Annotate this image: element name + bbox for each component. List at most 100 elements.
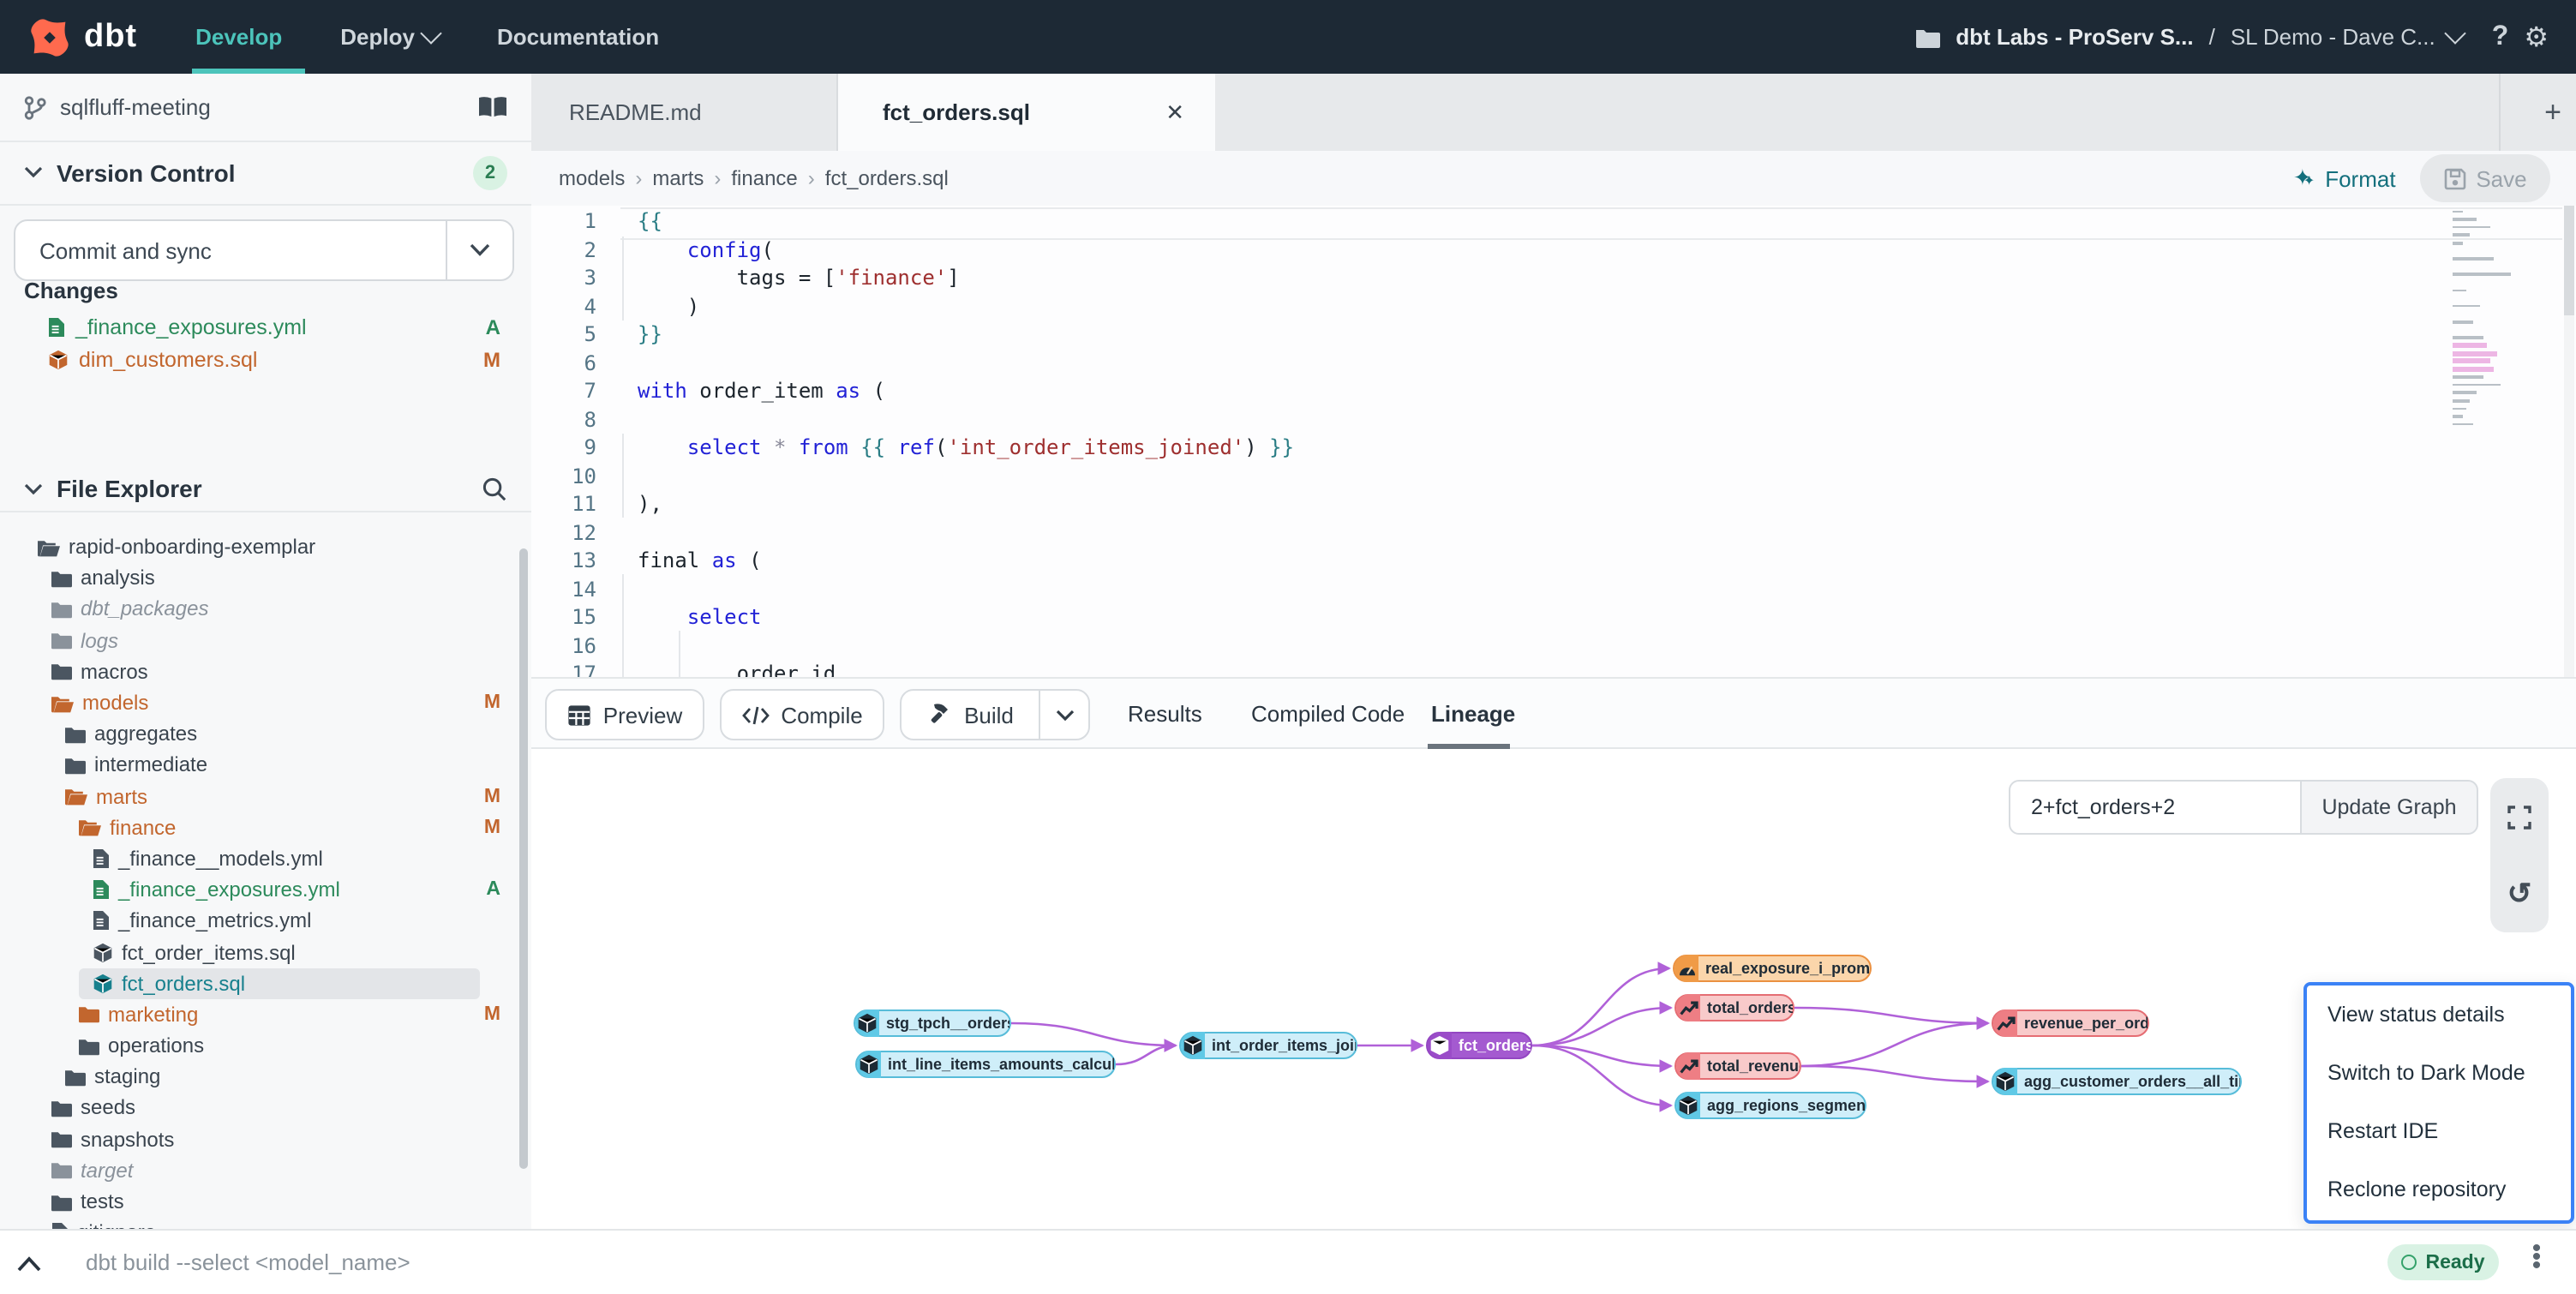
tree-item-finance[interactable]: financeM xyxy=(0,812,531,842)
context-menu-item-reclone-repository[interactable]: Reclone repository xyxy=(2307,1160,2571,1219)
breadcrumb-item[interactable]: finance xyxy=(731,166,797,190)
lineage-selector-input[interactable]: 2+fct_orders+2 xyxy=(2009,780,2302,835)
tree-item-snapshots[interactable]: snapshots xyxy=(0,1123,531,1154)
tree-item-macros[interactable]: macros xyxy=(0,656,531,687)
lineage-node-agg_customer_orders__all_time[interactable]: agg_customer_orders__all_time xyxy=(1992,1068,2242,1095)
version-control-header[interactable]: Version Control 2 xyxy=(0,141,531,204)
code-line[interactable]: 6 xyxy=(531,349,2576,377)
commit-options-dropdown[interactable] xyxy=(446,221,512,279)
code-line[interactable]: 16 xyxy=(531,632,2576,660)
context-menu-item-restart-ide[interactable]: Restart IDE xyxy=(2307,1102,2571,1160)
tree-item-gitignore[interactable]: gitignore xyxy=(0,1217,531,1229)
tab-compiled-code[interactable]: Compiled Code xyxy=(1251,679,1405,749)
code-line[interactable]: 8 xyxy=(531,405,2576,434)
code-line[interactable]: 5}} xyxy=(531,321,2576,349)
reset-view-icon[interactable]: ↺ xyxy=(2507,855,2532,932)
kebab-menu-icon[interactable]: ••• xyxy=(2526,1243,2547,1268)
tree-item-tests[interactable]: tests xyxy=(0,1186,531,1217)
gear-icon[interactable]: ⚙ xyxy=(2524,20,2549,54)
code-line[interactable]: 9 select * from {{ ref('int_order_items_… xyxy=(531,434,2576,462)
lineage-node-fct_orders[interactable]: fct_orders xyxy=(1426,1032,1532,1059)
lineage-node-stg_tpch__orders[interactable]: stg_tpch__orders xyxy=(854,1009,1011,1037)
code-line[interactable]: 15 select xyxy=(531,603,2576,632)
code-editor[interactable]: 1{{2 config(3 tags = ['finance']4 )5}}67… xyxy=(531,206,2576,677)
search-icon[interactable] xyxy=(482,476,507,501)
code-line[interactable]: 7with order_item as ( xyxy=(531,377,2576,405)
tree-item-dbt-packages[interactable]: dbt_packages xyxy=(0,594,531,625)
context-menu-item-switch-to-dark-mode[interactable]: Switch to Dark Mode xyxy=(2307,1044,2571,1102)
change-item[interactable]: dim_customers.sql M xyxy=(0,343,531,375)
save-button[interactable]: Save xyxy=(2420,154,2550,202)
tree-item--finance-exposures-yml[interactable]: _finance_exposures.ymlA xyxy=(0,874,531,905)
lineage-node-revenue_per_order[interactable]: revenue_per_order xyxy=(1992,1009,2149,1037)
tree-item-operations[interactable]: operations xyxy=(0,1030,531,1061)
branch-name[interactable]: sqlfluff-meeting xyxy=(60,94,211,120)
close-tab-icon[interactable]: ✕ xyxy=(1165,99,1184,126)
expand-panel-chevron-icon[interactable] xyxy=(17,1249,41,1280)
code-line[interactable]: 17 order_id, xyxy=(531,660,2576,677)
tree-item-marts[interactable]: martsM xyxy=(0,781,531,812)
tree-item--finance-metrics-yml[interactable]: _finance_metrics.yml xyxy=(0,906,531,937)
project-selector[interactable]: SL Demo - Dave C... xyxy=(2231,24,2463,50)
fullscreen-icon[interactable] xyxy=(2507,778,2531,855)
sidebar-scrollbar[interactable] xyxy=(519,548,528,1169)
update-graph-button[interactable]: Update Graph xyxy=(2300,780,2478,835)
code-line[interactable]: 12 xyxy=(531,518,2576,547)
tree-item-seeds[interactable]: seeds xyxy=(0,1093,531,1123)
lineage-canvas[interactable]: stg_tpch__orders int_line_items_amounts_c… xyxy=(531,749,2576,1229)
change-item[interactable]: _finance_exposures.yml A xyxy=(0,310,531,343)
tree-item-logs[interactable]: logs xyxy=(0,625,531,656)
tree-item-fct-order-items-sql[interactable]: fct_order_items.sql xyxy=(0,937,531,968)
tab-fct-orders[interactable]: fct_orders.sql ✕ xyxy=(838,74,1215,151)
code-line[interactable]: 11), xyxy=(531,490,2576,518)
account-name[interactable]: dbt Labs - ProServ S... xyxy=(1956,24,2193,50)
tree-item-fct-orders-sql[interactable]: fct_orders.sql xyxy=(0,968,531,998)
code-line[interactable]: 13final as ( xyxy=(531,547,2576,575)
code-line[interactable]: 10 xyxy=(531,462,2576,490)
build-options-dropdown[interactable] xyxy=(1039,691,1088,739)
code-line[interactable]: 3 tags = ['finance'] xyxy=(531,264,2576,292)
context-menu-item-view-status-details[interactable]: View status details xyxy=(2307,985,2571,1044)
breadcrumb-item[interactable]: models xyxy=(559,166,625,190)
docs-book-icon[interactable] xyxy=(478,96,507,118)
tree-item-aggregates[interactable]: aggregates xyxy=(0,718,531,749)
status-badge[interactable]: Ready xyxy=(2387,1244,2499,1280)
tree-item-target[interactable]: target xyxy=(0,1155,531,1186)
tree-item-marketing[interactable]: marketingM xyxy=(0,999,531,1030)
tab-lineage[interactable]: Lineage xyxy=(1431,679,1515,749)
tree-item-rapid-onboarding-exemplar[interactable]: rapid-onboarding-exemplar xyxy=(0,531,531,562)
code-line[interactable]: 14 xyxy=(531,575,2576,603)
lineage-node-int_order_items_joined[interactable]: int_order_items_joined xyxy=(1179,1032,1357,1059)
format-button[interactable]: ✦✦ Format xyxy=(2293,151,2396,206)
lineage-node-total_revenue[interactable]: total_revenue xyxy=(1674,1052,1801,1080)
tree-item-staging[interactable]: staging xyxy=(0,1061,531,1092)
breadcrumb-item[interactable]: marts xyxy=(652,166,704,190)
tree-item-intermediate[interactable]: intermediate xyxy=(0,750,531,781)
dbt-logo[interactable]: dbt xyxy=(27,15,137,59)
code-line[interactable]: 1{{ xyxy=(531,207,2576,236)
breadcrumb-item[interactable]: fct_orders.sql xyxy=(825,166,949,190)
file-explorer-header[interactable]: File Explorer xyxy=(0,464,531,512)
lineage-node-real_exposure_i_promise[interactable]: real_exposure_i_promise xyxy=(1673,955,1872,982)
help-icon[interactable]: ? xyxy=(2492,21,2509,52)
nav-documentation[interactable]: Documentation xyxy=(497,24,659,50)
preview-button[interactable]: Preview xyxy=(545,689,704,740)
new-tab-button[interactable]: + xyxy=(2530,74,2576,151)
tab-readme[interactable]: README.md xyxy=(531,74,838,151)
minimap[interactable] xyxy=(2453,209,2521,429)
nav-deploy[interactable]: Deploy xyxy=(340,24,439,50)
compile-button[interactable]: Compile xyxy=(720,689,884,740)
code-line[interactable]: 2 config( xyxy=(531,236,2576,264)
code-line[interactable]: 4 ) xyxy=(531,292,2576,321)
command-input[interactable]: dbt build --select <model_name> xyxy=(65,1237,2362,1287)
lineage-node-int_line_items_amounts_calculated[interactable]: int_line_items_amounts_calculated xyxy=(855,1051,1116,1078)
lineage-node-total_orders[interactable]: total_orders xyxy=(1674,994,1794,1021)
tree-item--finance-models-yml[interactable]: _finance__models.yml xyxy=(0,843,531,874)
nav-develop[interactable]: Develop xyxy=(195,24,282,50)
lineage-node-agg_regions_segments[interactable]: agg_regions_segments xyxy=(1674,1092,1866,1119)
tree-item-models[interactable]: modelsM xyxy=(0,687,531,718)
tree-item-analysis[interactable]: analysis xyxy=(0,562,531,593)
editor-scrollbar-thumb[interactable] xyxy=(2564,206,2574,315)
tab-results[interactable]: Results xyxy=(1128,679,1202,749)
commit-and-sync-button[interactable]: Commit and sync xyxy=(14,219,514,281)
